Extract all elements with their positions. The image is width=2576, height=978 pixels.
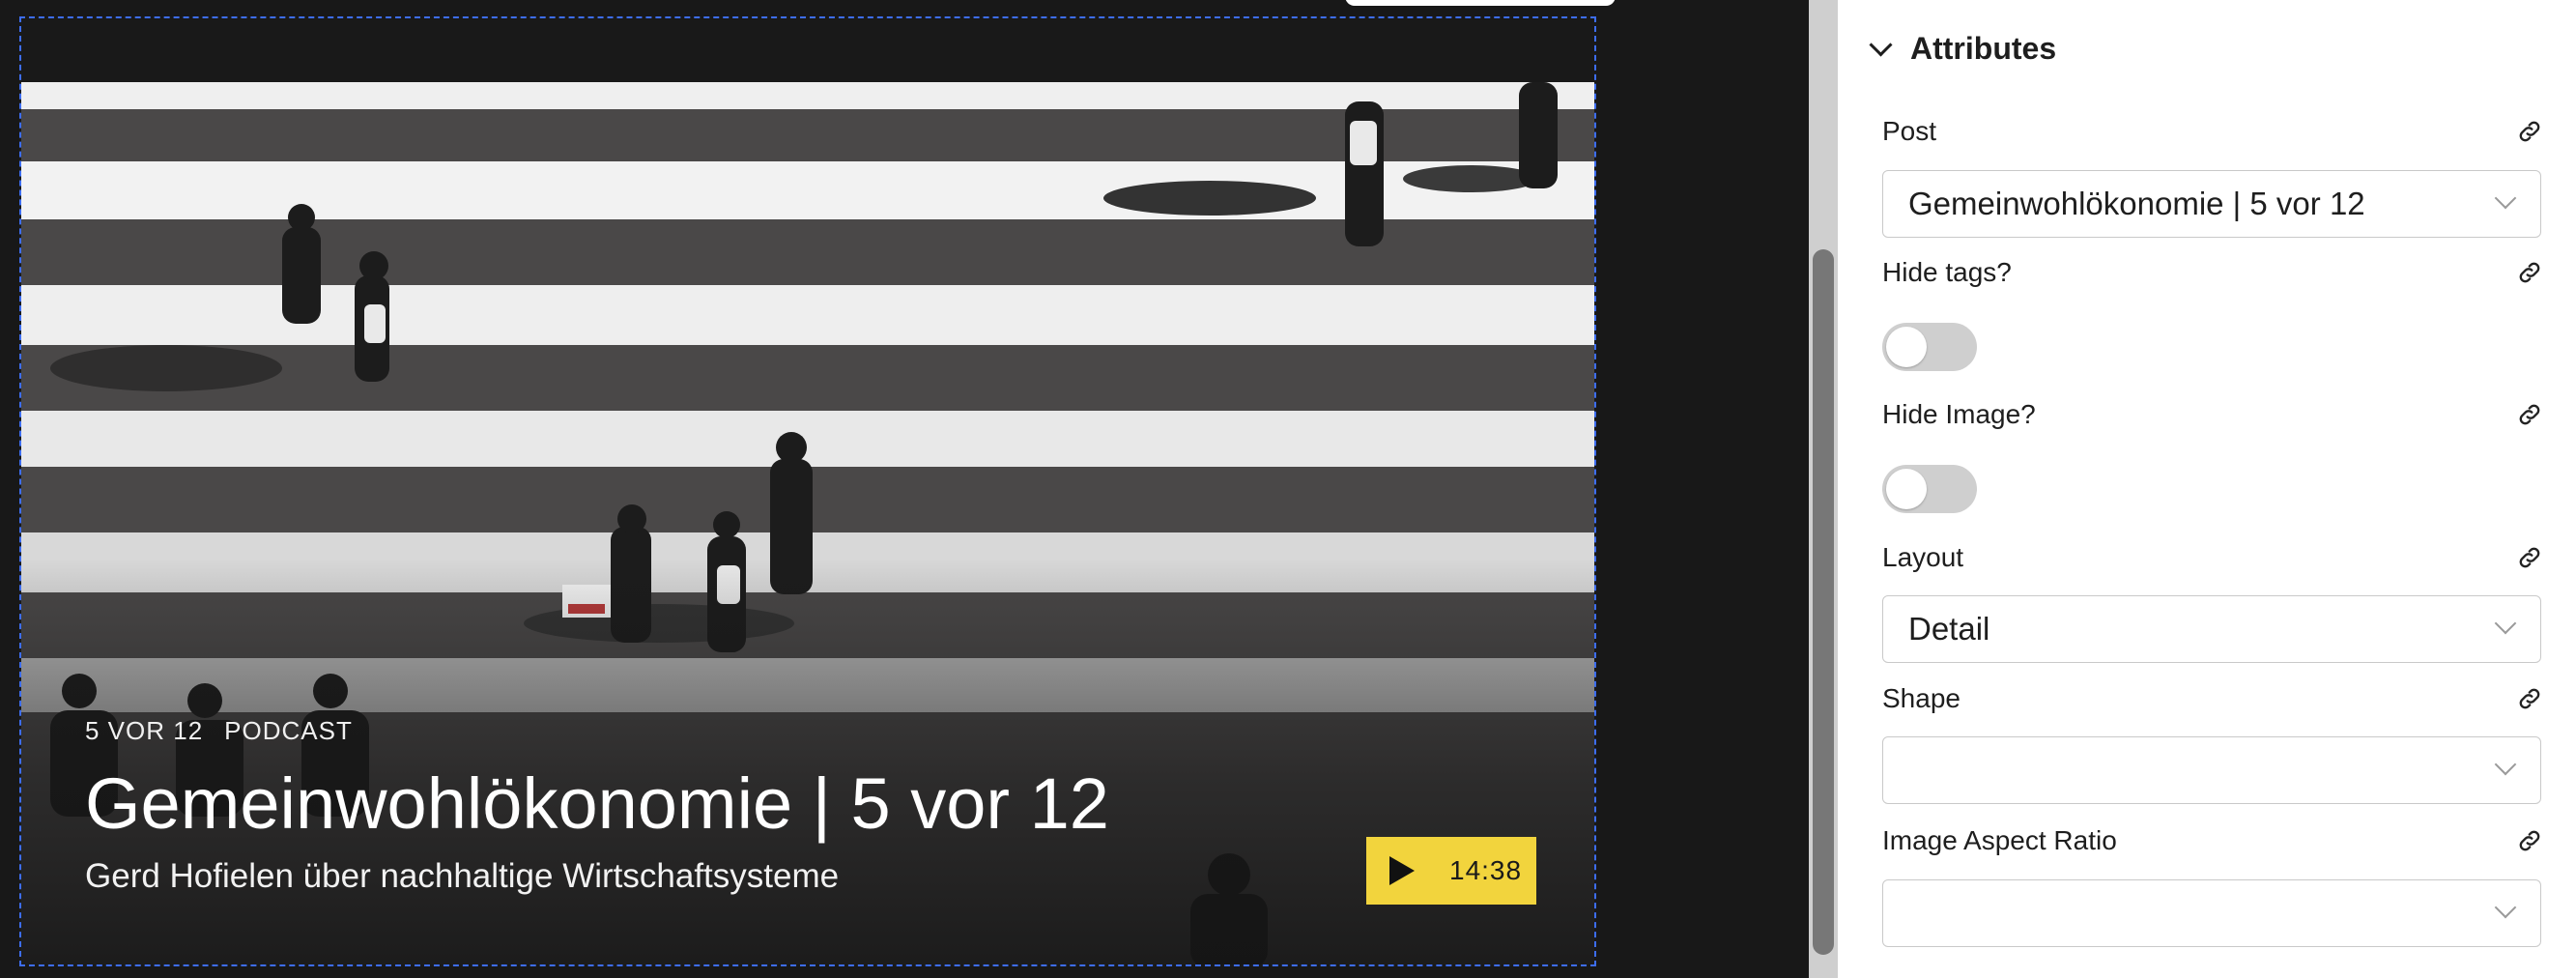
chevron-down-icon <box>2494 612 2517 635</box>
scrollbar-thumb[interactable] <box>1813 249 1834 955</box>
hide-image-toggle[interactable] <box>1882 465 1977 513</box>
layout-label: Layout <box>1882 542 1964 572</box>
section-title: Attributes <box>1910 31 2057 66</box>
post-label: Post <box>1882 116 1937 146</box>
play-icon <box>1389 856 1415 885</box>
layout-select[interactable]: Detail <box>1882 595 2541 663</box>
link-icon[interactable] <box>2516 118 2543 145</box>
link-icon[interactable] <box>2516 259 2543 286</box>
image-aspect-ratio-label: Image Aspect Ratio <box>1882 825 2117 855</box>
chevron-down-icon <box>1869 33 1893 57</box>
episode-duration: 14:38 <box>1449 855 1523 885</box>
post-tags: 5 VOR 12 PODCAST <box>85 716 353 746</box>
inspector-panel: Attributes Post Gemeinwohlökonomie | 5 v… <box>1838 0 2576 978</box>
toolbar-tab[interactable] <box>1345 0 1616 6</box>
chevron-down-icon <box>2494 187 2517 210</box>
shape-select[interactable] <box>1882 736 2541 804</box>
toggle-knob <box>1886 469 1927 509</box>
canvas-scrollbar[interactable] <box>1809 0 1838 978</box>
editor-canvas: 5 VOR 12 PODCAST Gemeinwohlökonomie | 5 … <box>0 0 1809 978</box>
image-gradient-overlay <box>21 559 1594 964</box>
chevron-down-icon <box>2494 896 2517 919</box>
attributes-section-toggle[interactable]: Attributes <box>1869 31 2057 67</box>
layout-select-value: Detail <box>1908 611 1990 647</box>
hide-image-label: Hide Image? <box>1882 399 2036 429</box>
post-select[interactable]: Gemeinwohlökonomie | 5 vor 12 <box>1882 170 2541 238</box>
selected-podcast-block[interactable]: 5 VOR 12 PODCAST Gemeinwohlökonomie | 5 … <box>19 16 1596 966</box>
tag-category[interactable]: PODCAST <box>224 716 353 746</box>
link-icon[interactable] <box>2516 544 2543 571</box>
hide-tags-label: Hide tags? <box>1882 257 2012 287</box>
link-icon[interactable] <box>2516 685 2543 712</box>
post-select-value: Gemeinwohlökonomie | 5 vor 12 <box>1908 186 2365 221</box>
tag-series[interactable]: 5 VOR 12 <box>85 716 203 746</box>
shape-label: Shape <box>1882 683 1961 713</box>
play-button[interactable]: 14:38 <box>1366 837 1536 905</box>
link-icon[interactable] <box>2516 827 2543 854</box>
toggle-knob <box>1886 327 1927 367</box>
post-title: Gemeinwohlökonomie | 5 vor 12 <box>85 763 1109 844</box>
image-aspect-ratio-select[interactable] <box>1882 879 2541 947</box>
link-icon[interactable] <box>2516 401 2543 428</box>
hide-tags-toggle[interactable] <box>1882 323 1977 371</box>
post-subtitle: Gerd Hofielen über nachhaltige Wirtschaf… <box>85 857 840 895</box>
chevron-down-icon <box>2494 753 2517 776</box>
